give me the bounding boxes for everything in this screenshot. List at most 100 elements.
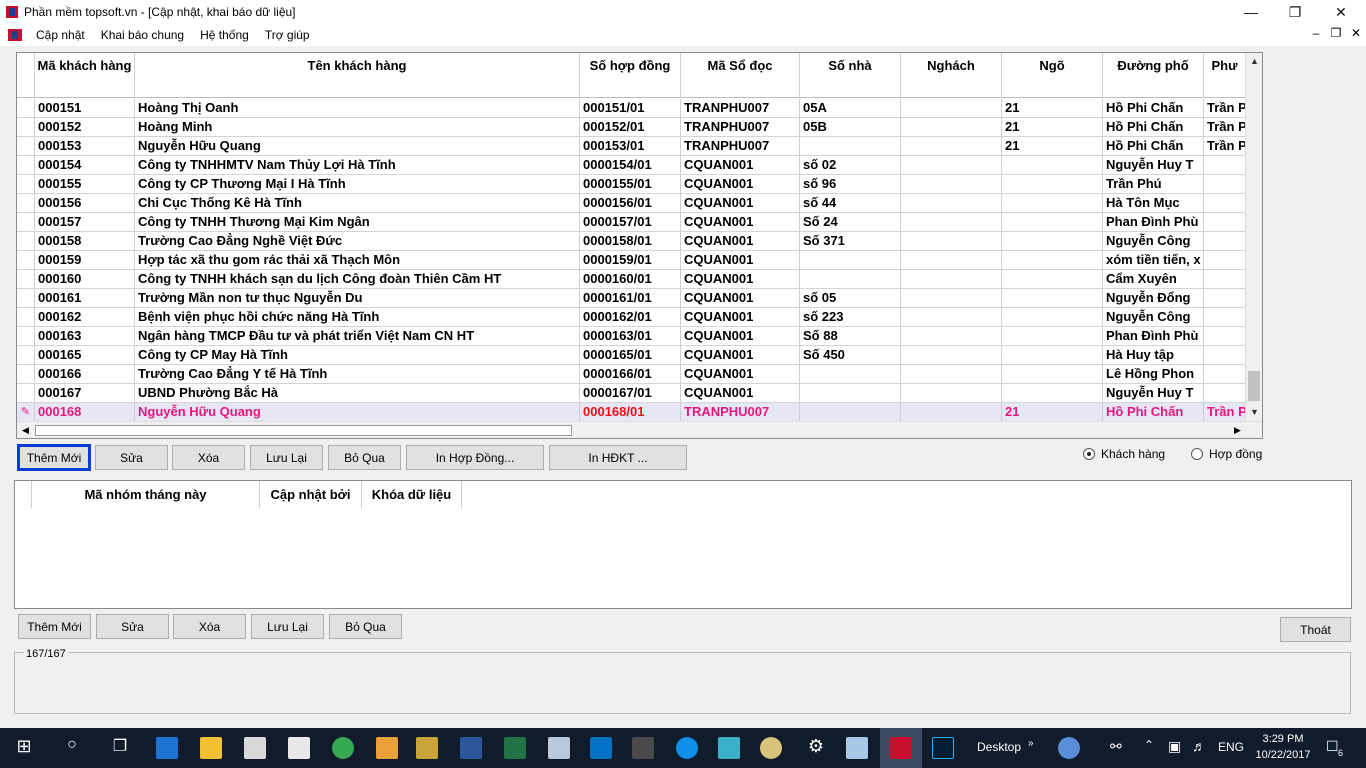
cell-phuong[interactable]	[1204, 213, 1246, 232]
cell-so-nha[interactable]	[800, 365, 901, 384]
cell-ngo[interactable]: 21	[1002, 99, 1103, 118]
word-icon[interactable]	[460, 737, 482, 759]
mail-icon[interactable]	[288, 737, 310, 759]
cell-ngo[interactable]	[1002, 194, 1103, 213]
cell-ten-khach-hang[interactable]: Công ty CP May Hà Tĩnh	[135, 346, 580, 365]
scroll-down-icon[interactable]: ▼	[1246, 404, 1262, 421]
cell-phuong[interactable]: Trần P	[1204, 403, 1246, 422]
app-cube-icon[interactable]	[718, 737, 740, 759]
cell-so-nha[interactable]	[800, 384, 901, 403]
cell-so-hop-dong[interactable]: 000153/01	[580, 137, 681, 156]
cell-ngo[interactable]	[1002, 270, 1103, 289]
cell-ma-khach-hang[interactable]: 000162	[35, 308, 135, 327]
cell-ma-so-doc[interactable]: CQUAN001	[681, 213, 800, 232]
table-row[interactable]: 000152 Hoàng Minh 000152/01 TRANPHU007 05B 21…	[17, 118, 1246, 137]
cell-phuong[interactable]	[1204, 365, 1246, 384]
cell-so-nha[interactable]: số 223	[800, 308, 901, 327]
cell-ngo[interactable]	[1002, 232, 1103, 251]
cell-ten-khach-hang[interactable]: Trường Mần non tư thục Nguyễn Du	[135, 289, 580, 308]
add-new-button-bottom[interactable]: Thêm Mới	[18, 614, 91, 639]
cell-so-nha[interactable]: Số 24	[800, 213, 901, 232]
cell-nghach[interactable]	[901, 308, 1002, 327]
row-selector[interactable]	[17, 384, 35, 402]
cell-so-hop-dong[interactable]: 0000165/01	[580, 346, 681, 365]
cell-phuong[interactable]	[1204, 384, 1246, 403]
cell-phuong[interactable]	[1204, 156, 1246, 175]
delete-button-bottom[interactable]: Xóa	[173, 614, 246, 639]
group-grid[interactable]: Mã nhóm tháng này Cập nhật bởi Khóa dữ l…	[14, 480, 1352, 609]
cell-ma-so-doc[interactable]: CQUAN001	[681, 194, 800, 213]
cell-ten-khach-hang[interactable]: Công ty TNHH Thương Mại Kim Ngân	[135, 213, 580, 232]
cell-so-nha[interactable]: Số 88	[800, 327, 901, 346]
cell-duong-pho[interactable]: Nguyễn Huy T	[1103, 384, 1204, 403]
edge-browser-icon[interactable]	[156, 737, 178, 759]
assistant-icon[interactable]	[1058, 737, 1080, 759]
cell-duong-pho[interactable]: Hà Huy tập	[1103, 346, 1204, 365]
store-icon[interactable]	[244, 737, 266, 759]
col-so-nha[interactable]: Số nhà	[800, 53, 901, 98]
task-view-icon[interactable]: ❐	[108, 736, 132, 756]
cell-nghach[interactable]	[901, 232, 1002, 251]
cell-phuong[interactable]: Trần P	[1204, 137, 1246, 156]
cell-ma-khach-hang[interactable]: 000156	[35, 194, 135, 213]
show-hidden-icons-icon[interactable]: ⌃	[1144, 738, 1154, 752]
cell-ma-khach-hang[interactable]: 000157	[35, 213, 135, 232]
scroll-up-icon[interactable]: ▲	[1246, 53, 1262, 70]
cell-nghach[interactable]	[901, 403, 1002, 422]
table-row[interactable]: 000162 Bệnh viện phục hồi chức năng Hà Tĩ…	[17, 308, 1246, 327]
network-icon[interactable]: ▣	[1168, 738, 1181, 755]
cell-ten-khach-hang[interactable]: Ngân hàng TMCP Đầu tư và phát triển Việt…	[135, 327, 580, 346]
settings-gear-icon[interactable]: ⚙	[804, 736, 828, 757]
cell-so-hop-dong[interactable]: 000168/01	[580, 403, 681, 422]
skip-button-bottom[interactable]: Bỏ Qua	[329, 614, 402, 639]
cell-so-hop-dong[interactable]: 0000154/01	[580, 156, 681, 175]
table-row[interactable]: 000163 Ngân hàng TMCP Đầu tư và phát triể…	[17, 327, 1246, 346]
cell-ten-khach-hang[interactable]: Bệnh viện phục hồi chức năng Hà Tĩnh	[135, 308, 580, 327]
add-new-button[interactable]: Thêm Mới	[17, 444, 91, 471]
cell-ma-khach-hang[interactable]: 000167	[35, 384, 135, 403]
cell-nghach[interactable]	[901, 118, 1002, 137]
radio-contract-dot[interactable]	[1191, 448, 1203, 460]
row-selector[interactable]	[17, 270, 35, 288]
mdi-close-button[interactable]: ✕	[1346, 26, 1366, 40]
cell-so-hop-dong[interactable]: 0000161/01	[580, 289, 681, 308]
close-button[interactable]: ✕	[1318, 0, 1364, 24]
cell-so-hop-dong[interactable]: 0000160/01	[580, 270, 681, 289]
menu-khai-bao-chung[interactable]: Khai báo chung	[93, 24, 192, 46]
cell-duong-pho[interactable]: Hồ Phi Chấn	[1103, 99, 1204, 118]
cell-phuong[interactable]	[1204, 251, 1246, 270]
cell-ma-so-doc[interactable]: TRANPHU007	[681, 137, 800, 156]
col-nghach[interactable]: Nghách	[901, 53, 1002, 98]
cell-duong-pho[interactable]: Phan Đình Phù	[1103, 213, 1204, 232]
cell-nghach[interactable]	[901, 99, 1002, 118]
cell-ma-so-doc[interactable]: CQUAN001	[681, 175, 800, 194]
tools-icon[interactable]	[376, 737, 398, 759]
topsoft-app-icon[interactable]	[890, 737, 912, 759]
cell-so-hop-dong[interactable]: 000151/01	[580, 99, 681, 118]
photoshop-icon[interactable]	[932, 737, 954, 759]
cell-nghach[interactable]	[901, 156, 1002, 175]
cell-ma-khach-hang[interactable]: 000151	[35, 99, 135, 118]
mdi-minimize-button[interactable]: –	[1306, 26, 1326, 40]
cell-nghach[interactable]	[901, 270, 1002, 289]
cell-duong-pho[interactable]: Cẩm Xuyên	[1103, 270, 1204, 289]
cell-nghach[interactable]	[901, 327, 1002, 346]
row-selector[interactable]	[17, 346, 35, 364]
cell-ngo[interactable]	[1002, 175, 1103, 194]
print-hdkt-button[interactable]: In HĐKT ...	[549, 445, 687, 470]
volume-icon[interactable]: ♬	[1192, 738, 1206, 754]
cell-so-nha[interactable]: Số 371	[800, 232, 901, 251]
maximize-button[interactable]: ❐	[1272, 0, 1318, 24]
scroll-left-icon[interactable]: ◀	[17, 422, 34, 438]
cell-ngo[interactable]: 21	[1002, 118, 1103, 137]
row-selector[interactable]	[17, 232, 35, 250]
cell-duong-pho[interactable]: xóm tiền tiến, x	[1103, 251, 1204, 270]
skip-button[interactable]: Bỏ Qua	[328, 445, 401, 470]
cell-ma-so-doc[interactable]: CQUAN001	[681, 251, 800, 270]
menu-he-thong[interactable]: Hệ thống	[192, 24, 257, 46]
cell-ma-so-doc[interactable]: TRANPHU007	[681, 403, 800, 422]
toolbar-expand-icon[interactable]: »	[1028, 738, 1034, 749]
cell-duong-pho[interactable]: Hồ Phi Chấn	[1103, 403, 1204, 422]
table-row[interactable]: ✎ 000168 Nguyễn Hữu Quang 000168/01 TRANPHU0…	[17, 403, 1246, 422]
cell-so-hop-dong[interactable]: 0000163/01	[580, 327, 681, 346]
